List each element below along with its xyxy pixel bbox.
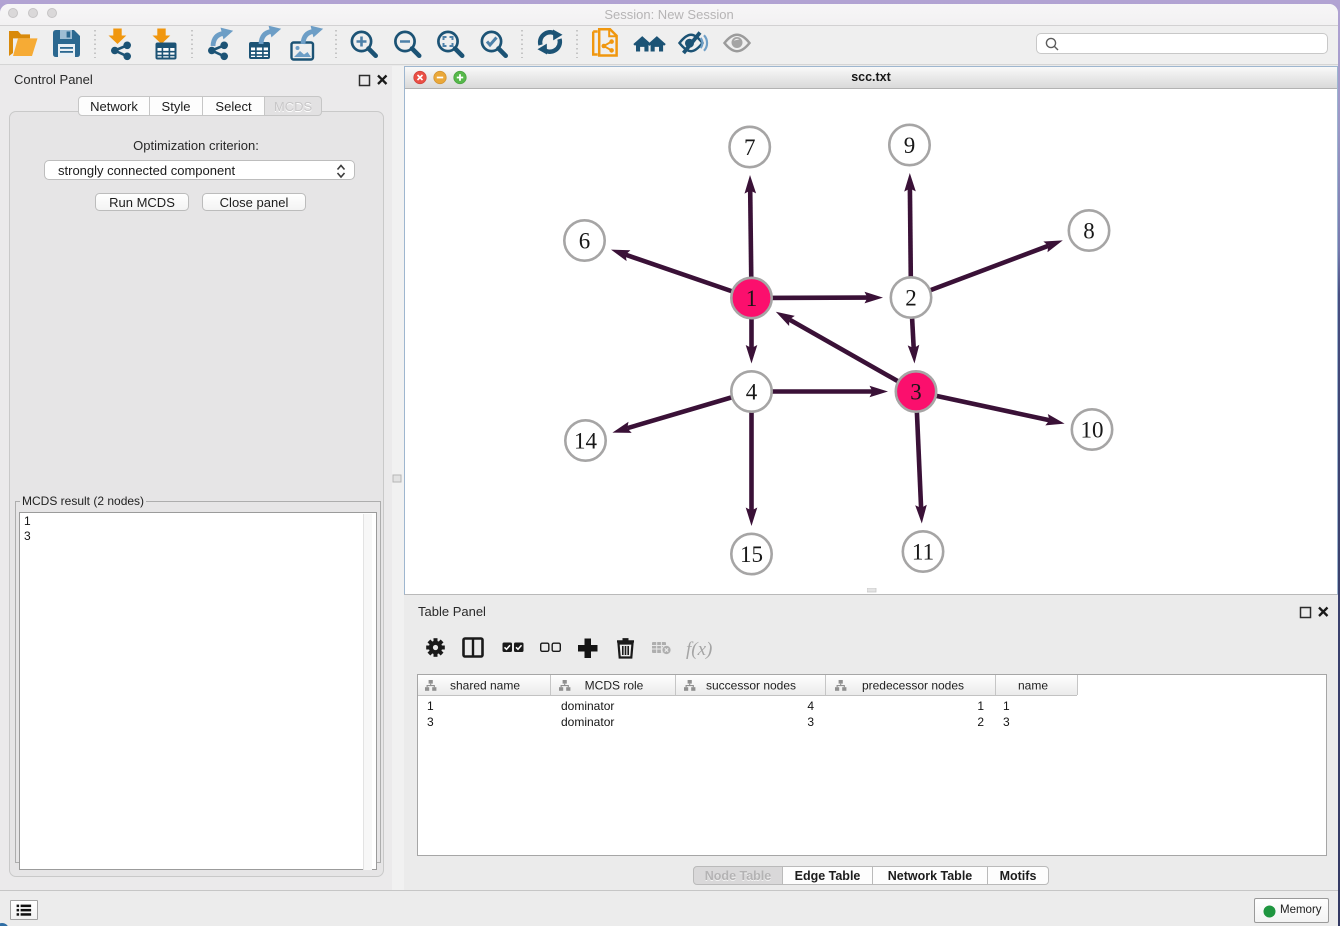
svg-text:6: 6	[579, 229, 591, 254]
svg-text:dominator: dominator	[561, 699, 614, 713]
svg-text:4: 4	[746, 380, 758, 405]
svg-text:4: 4	[807, 699, 814, 713]
svg-text:name: name	[1018, 679, 1048, 693]
svg-text:1: 1	[977, 699, 984, 713]
svg-text:3: 3	[807, 715, 814, 729]
svg-text:2: 2	[905, 286, 917, 311]
svg-text:1: 1	[427, 699, 434, 713]
svg-text:predecessor nodes: predecessor nodes	[862, 679, 964, 693]
svg-text:1: 1	[746, 286, 758, 311]
svg-text:1: 1	[1003, 699, 1010, 713]
svg-text:14: 14	[574, 429, 598, 454]
svg-text:11: 11	[912, 540, 934, 565]
svg-text:f(x): f(x)	[686, 639, 712, 660]
svg-text:dominator: dominator	[561, 715, 614, 729]
svg-text:successor nodes: successor nodes	[706, 679, 796, 693]
svg-text:MCDS role: MCDS role	[585, 679, 644, 693]
svg-text:3: 3	[910, 380, 922, 405]
svg-text:3: 3	[1003, 715, 1010, 729]
svg-text:10: 10	[1081, 418, 1104, 443]
svg-text:7: 7	[744, 135, 756, 160]
svg-text:15: 15	[740, 542, 763, 567]
svg-text:2: 2	[977, 715, 984, 729]
svg-text:9: 9	[904, 133, 916, 158]
svg-text:shared name: shared name	[450, 679, 520, 693]
svg-text:8: 8	[1083, 219, 1095, 244]
svg-text:3: 3	[427, 715, 434, 729]
